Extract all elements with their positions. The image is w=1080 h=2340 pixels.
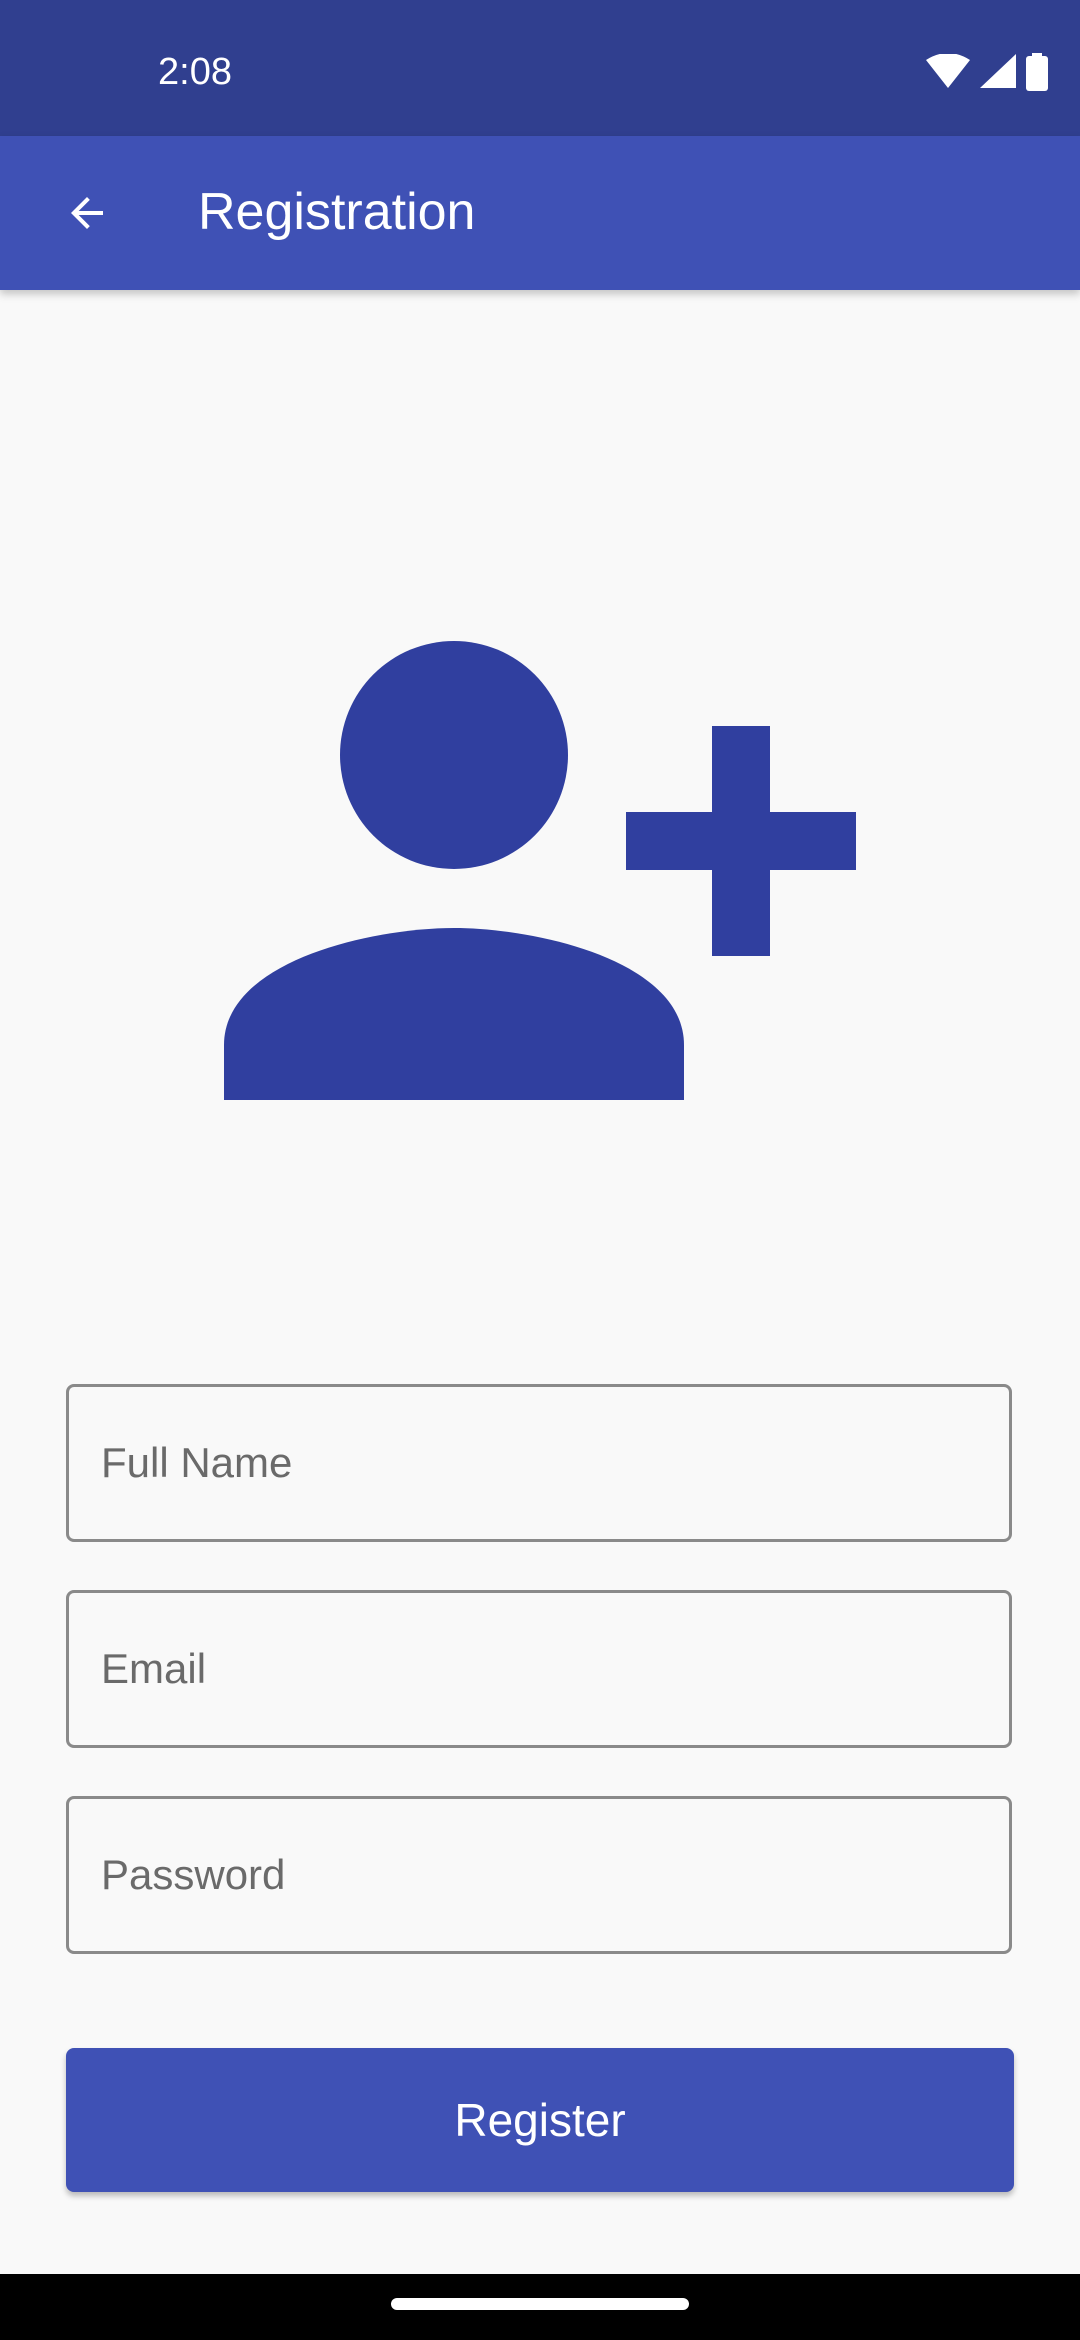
full-name-input[interactable] [66, 1384, 1012, 1542]
app-bar: Registration [0, 136, 1080, 290]
status-time: 2:08 [158, 51, 232, 93]
status-bar: 2:08 [0, 0, 1080, 136]
password-input[interactable] [66, 1796, 1012, 1954]
battery-icon [1026, 53, 1048, 91]
register-button[interactable]: Register [66, 2048, 1014, 2192]
wifi-icon [926, 54, 970, 88]
navigation-bar [0, 2274, 1080, 2340]
arrow-left-icon [71, 197, 103, 229]
back-button[interactable] [40, 166, 134, 260]
person-add-icon [224, 641, 856, 1100]
status-icons [926, 52, 1048, 92]
page-title: Registration [198, 183, 476, 241]
cellular-signal-icon [980, 54, 1016, 88]
email-input[interactable] [66, 1590, 1012, 1748]
home-handle[interactable] [391, 2298, 689, 2310]
